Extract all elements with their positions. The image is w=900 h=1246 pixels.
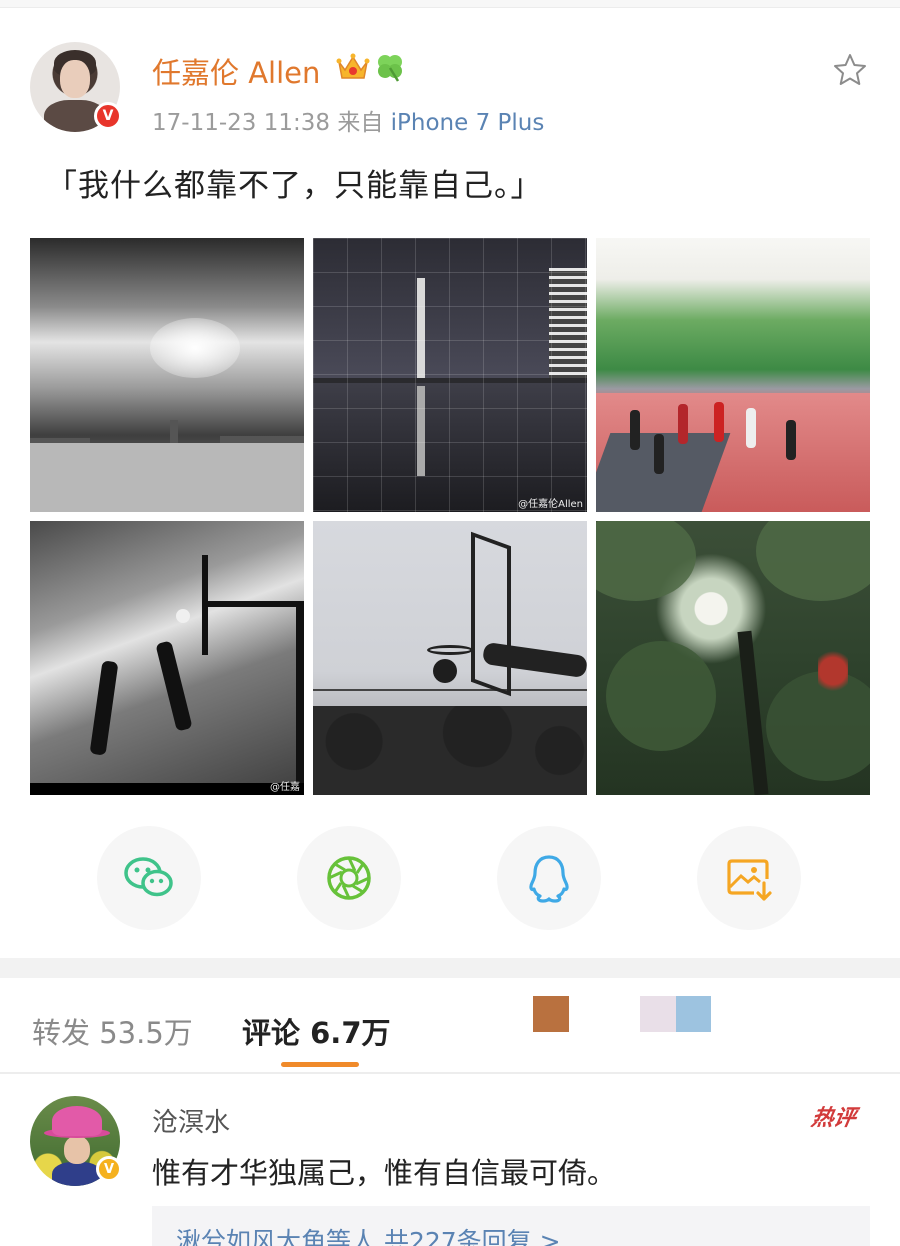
- active-tab-indicator: [281, 1062, 359, 1067]
- post-time: 17-11-23 11:38: [152, 110, 330, 136]
- clover-icon: [378, 55, 402, 82]
- photo-4[interactable]: @任嘉: [30, 521, 304, 795]
- author-name[interactable]: 任嘉伦 Allen: [152, 50, 320, 92]
- commenter-name[interactable]: 沧溟水: [152, 1102, 230, 1139]
- save-image-icon: [727, 859, 772, 901]
- photo-1[interactable]: [30, 238, 304, 512]
- share-qq-button[interactable]: [497, 826, 601, 930]
- tab-bottom-border: [0, 1072, 900, 1074]
- save-image-button[interactable]: [697, 826, 801, 930]
- wechat-icon: [124, 857, 173, 897]
- photo-3[interactable]: [596, 238, 870, 512]
- photo-2[interactable]: @任嘉伦Allen: [313, 238, 587, 512]
- post-meta: 17-11-23 11:38 来自 iPhone 7 Plus: [152, 103, 544, 137]
- hot-comment-badge: 热评: [809, 1106, 858, 1131]
- photo-6[interactable]: [596, 521, 870, 795]
- top-divider: [0, 0, 900, 8]
- verified-badge-icon: V: [96, 1156, 122, 1182]
- verified-badge-icon: V: [94, 102, 122, 130]
- share-moments-button[interactable]: [297, 826, 401, 930]
- author-avatar[interactable]: V: [30, 42, 122, 132]
- star-icon[interactable]: [832, 52, 868, 88]
- commenter-avatar[interactable]: V: [30, 1096, 122, 1186]
- share-wechat-button[interactable]: [97, 826, 201, 930]
- tab-comment[interactable]: 评论 6.7万: [242, 1010, 391, 1052]
- moments-icon: [327, 856, 371, 900]
- section-divider: [0, 958, 900, 978]
- post-from-label: 来自: [337, 110, 384, 136]
- color-swatch: [533, 996, 569, 1032]
- post-text: 「我什么都靠不了，只能靠自己。」: [46, 168, 543, 204]
- photo-5[interactable]: [313, 521, 587, 795]
- post-source[interactable]: iPhone 7 Plus: [391, 110, 545, 136]
- qq-icon: [529, 855, 569, 903]
- color-swatch: [676, 996, 711, 1032]
- photo-watermark: @任嘉伦Allen: [518, 499, 583, 510]
- color-swatch: [640, 996, 676, 1032]
- tab-repost[interactable]: 转发 53.5万: [32, 1010, 193, 1052]
- photo-watermark: @任嘉: [270, 782, 300, 793]
- crown-icon: [336, 53, 370, 79]
- comment-replies-link[interactable]: 湫兮如风大角等人 共227条回复 >: [152, 1206, 870, 1246]
- comment-text: 惟有才华独属己，惟有自信最可倚。: [152, 1156, 617, 1190]
